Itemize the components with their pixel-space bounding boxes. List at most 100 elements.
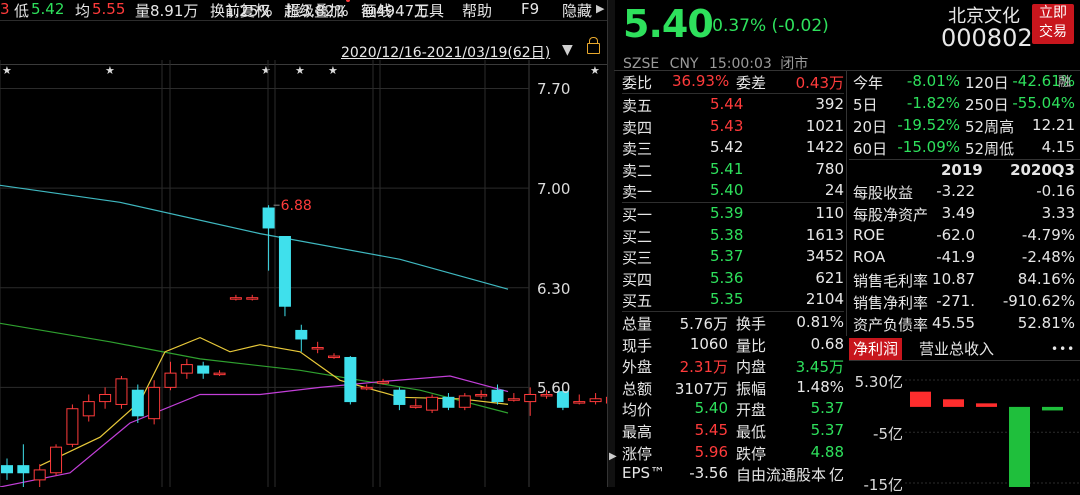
order-diff-value: 0.43万 — [795, 74, 844, 92]
financial-row: 销售净利率 -271. -910.62% — [853, 291, 1075, 313]
bids-volume: 110 — [815, 203, 844, 222]
profit-bar[interactable] — [1042, 406, 1063, 411]
last-price: 5.40 — [623, 2, 714, 46]
bids-volume: 3452 — [805, 247, 844, 266]
bids-row[interactable]: 买五 5.35 2104 — [622, 289, 844, 311]
menu-item-f9[interactable]: F9 — [521, 0, 539, 18]
lock-icon[interactable] — [587, 37, 600, 54]
perf-value: -19.52% — [897, 116, 960, 134]
financials-panel: 2019 2020Q3 每股收益 -3.22 -0.16 每股净资产 3.49 3.33 R… — [853, 160, 1075, 335]
trade-now-button[interactable]: 立即 交易 — [1032, 4, 1074, 44]
fin-col-2020q3: 2020Q3 — [1010, 161, 1075, 179]
price-tick-label: 5.60 — [537, 379, 571, 398]
menu-arrow-icon[interactable]: ▶ — [596, 2, 604, 15]
bids-volume: 1613 — [805, 225, 844, 244]
asks-row[interactable]: 卖一 5.40 24 — [622, 180, 844, 202]
bids-price: 5.35 — [710, 290, 744, 309]
menu-item-help[interactable]: 帮助 — [462, 0, 492, 21]
profit-bar[interactable] — [1009, 406, 1030, 487]
stat-value: 5.96 — [694, 442, 728, 461]
candle-body — [377, 381, 390, 384]
more-options-icon[interactable]: ••• — [1047, 338, 1079, 360]
fin-label: ROA — [853, 248, 886, 266]
fin-value-2019: 3.49 — [941, 204, 975, 222]
asks-price: 5.40 — [710, 181, 744, 200]
kline-chart[interactable]: 6.88 — [0, 60, 607, 487]
financial-row: 资产负债率 45.55 52.81% — [853, 313, 1075, 335]
order-diff-label: 委差 — [736, 74, 767, 92]
price-change: -0.37% (-0.02) — [706, 16, 829, 36]
asks-volume: 392 — [815, 95, 844, 113]
asks-price: 5.43 — [710, 116, 744, 135]
perf-value: -55.04% — [1012, 94, 1075, 112]
fin-value-2020q3: -910.62% — [1002, 292, 1075, 310]
perf-label: 250日 — [965, 96, 1009, 114]
fin-label: 资产负债率 — [853, 316, 929, 334]
tab-revenue[interactable]: 营业总收入 — [915, 338, 998, 360]
perf-label: 52周低 — [965, 140, 1015, 158]
stats-row: EPS™ -3.56 自由流通股本亿 — [622, 463, 844, 485]
menu-item-tools[interactable]: 工具 — [414, 0, 444, 21]
candle-body — [524, 393, 537, 403]
price-tick-label: 7.00 — [537, 180, 571, 199]
stat-value: 1.48% — [796, 377, 844, 396]
menu-item-fuquan[interactable]: 前复权 — [225, 0, 270, 21]
profit-bar[interactable] — [910, 391, 931, 407]
profit-bar[interactable] — [943, 399, 964, 407]
moving-average-line — [0, 184, 509, 290]
bids-volume: 2104 — [805, 290, 844, 309]
toolbar-divider — [0, 20, 607, 21]
kline-panel: 3 低 5.42 均 5.55 量8.91万 换1.25% 振3.82% 额49… — [0, 0, 607, 487]
perf-label: 60日 — [853, 140, 888, 158]
candle-body — [426, 396, 439, 411]
financial-row: ROE -62.0 -4.79% — [853, 225, 1075, 247]
asks-row[interactable]: 卖二 5.41 780 — [622, 159, 844, 181]
asks-level-label: 卖五 — [622, 97, 653, 115]
collapse-arrow-icon[interactable]: ▶ — [609, 451, 617, 462]
date-range-text[interactable]: 2020/12/16-2021/03/19(62日) — [341, 42, 550, 62]
stat-label: 最高 — [622, 422, 653, 441]
stat-label: 总额 — [622, 379, 653, 398]
fin-label: 销售净利率 — [853, 294, 929, 312]
bids-row[interactable]: 买三 5.37 3452 — [622, 246, 844, 268]
stat-label: 内盘 — [736, 358, 767, 377]
bids-price: 5.39 — [710, 203, 744, 222]
tab-net-profit[interactable]: 净利润 — [849, 338, 903, 360]
menu-item-hide[interactable]: 隐藏 — [562, 0, 592, 21]
candle-body — [66, 408, 79, 445]
range-dropdown-icon[interactable]: ▼ — [562, 42, 573, 58]
asks-row[interactable]: 卖四 5.43 1021 — [622, 116, 844, 138]
menu-item-draw[interactable]: 画线 — [362, 0, 392, 21]
stats-row: 总量 5.76万 换手 0.81% — [622, 312, 844, 334]
perf-value: 12.21 — [1032, 116, 1075, 134]
bids-row[interactable]: 买四 5.36 621 — [622, 268, 844, 290]
candle-body — [82, 401, 95, 417]
asks-volume: 780 — [815, 159, 844, 178]
perf-label: 今年 — [853, 74, 884, 92]
profit-tabs: 净利润 营业总收入 ••• — [849, 338, 1080, 360]
performance-row: 20日 -19.52% 52周高 12.21 — [853, 115, 1075, 137]
asks-row[interactable]: 卖五 5.44 392 — [622, 94, 844, 116]
bids-level-label: 买四 — [622, 270, 653, 289]
candle-body — [115, 378, 128, 405]
candle-body — [442, 396, 455, 408]
profit-bar[interactable] — [976, 403, 997, 407]
perf-label: 5日 — [853, 96, 878, 114]
order-ratio-row: 委比 36.93% 委差 0.43万 — [622, 71, 844, 93]
stats-row: 最高 5.45 最低 5.37 — [622, 420, 844, 442]
order-ratio-label: 委比 — [622, 74, 653, 92]
candle-body — [328, 355, 340, 359]
bids-row[interactable]: 买一 5.39 110 — [622, 203, 844, 225]
candle-body — [573, 401, 586, 404]
stat-label: 涨停 — [622, 444, 653, 463]
candle-body — [475, 393, 488, 397]
performance-panel: 今年 -8.01% 120日 -42.61% 5日 -1.82% 250日 -55.04% 20… — [853, 71, 1075, 159]
menu-item-overlay[interactable]: 超级叠加 — [284, 0, 344, 21]
financial-row: 每股净资产 3.49 3.33 — [853, 203, 1075, 225]
asks-price: 5.44 — [710, 95, 744, 113]
panel-divider[interactable]: ▶ — [607, 0, 617, 487]
stat-label: 均价 — [622, 401, 653, 420]
toolbar-partial-text: 3 — [0, 0, 10, 18]
asks-row[interactable]: 卖三 5.42 1422 — [622, 137, 844, 159]
bids-row[interactable]: 买二 5.38 1613 — [622, 225, 844, 247]
